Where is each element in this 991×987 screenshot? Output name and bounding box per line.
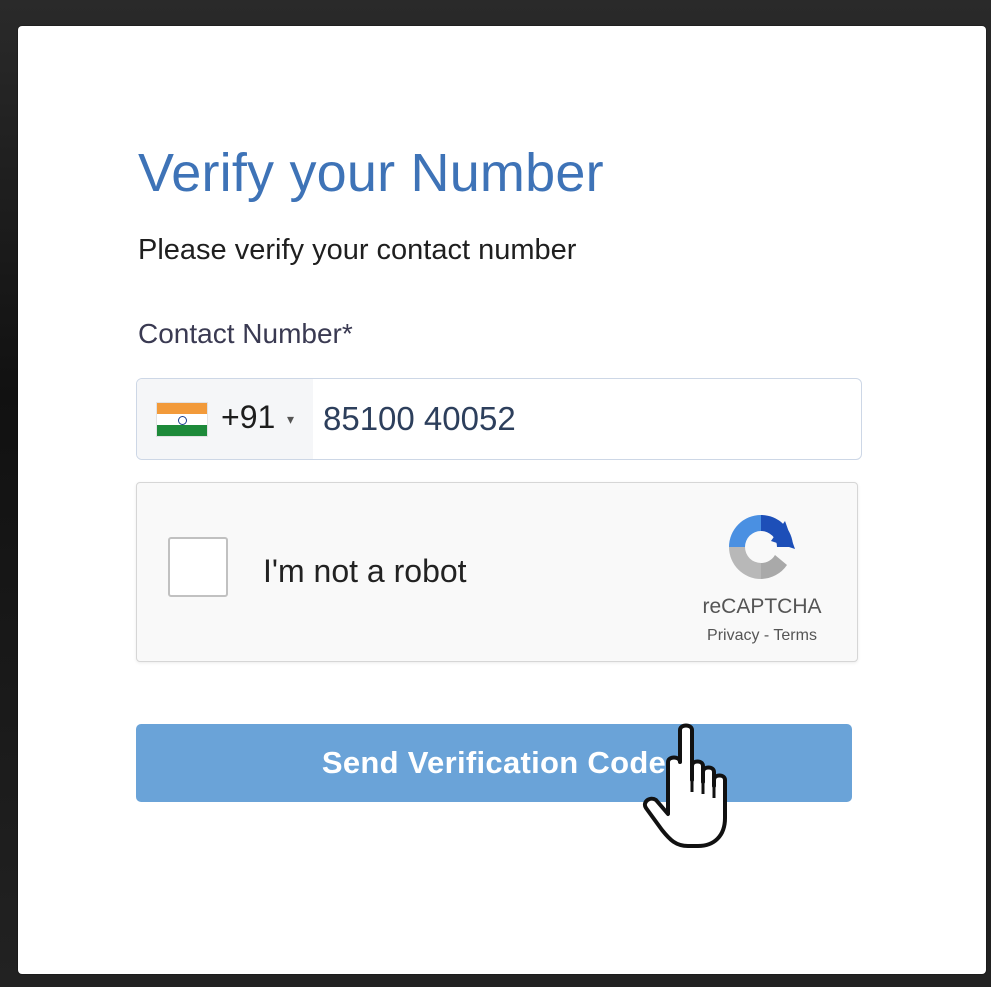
dial-code: +91 [221, 399, 276, 435]
recaptcha-checkbox[interactable] [168, 537, 228, 597]
contact-number-label: Contact Number* [138, 318, 353, 349]
page-subtitle: Please verify your contact number [138, 234, 577, 266]
privacy-link[interactable]: Privacy [707, 627, 759, 644]
page-title: Verify your Number [138, 143, 604, 203]
india-flag-icon [157, 403, 207, 436]
recaptcha-brand: reCAPTCHA [702, 595, 822, 618]
chevron-down-icon: ▾ [287, 411, 295, 427]
recaptcha-label: I'm not a robot [263, 553, 467, 589]
country-code-selector[interactable]: +91 ▾ [137, 379, 313, 459]
send-verification-code-button[interactable]: Send Verification Code [136, 724, 852, 802]
recaptcha-widget: I'm not a robot reCAPTCHA Privacy - Term… [136, 482, 858, 662]
terms-link[interactable]: Terms [773, 627, 817, 644]
recaptcha-links: Privacy - Terms [677, 627, 847, 645]
verify-number-card: Verify your Number Please verify your co… [18, 26, 986, 974]
links-separator: - [763, 627, 770, 644]
contact-number-field: +91 ▾ [136, 378, 862, 460]
phone-number-input[interactable] [323, 379, 843, 459]
recaptcha-logo-icon [729, 515, 795, 579]
hand-pointer-icon [643, 723, 727, 848]
